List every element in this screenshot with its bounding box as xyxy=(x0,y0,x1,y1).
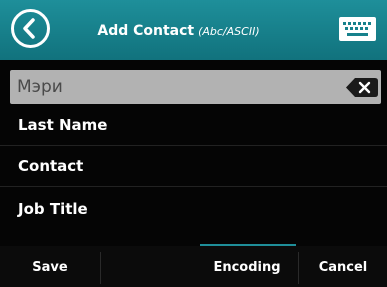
list-item-label: Last Name xyxy=(18,116,108,134)
keyboard-button[interactable] xyxy=(339,17,376,41)
page-title-text: Add Contact xyxy=(97,23,195,39)
list-item-label: Contact xyxy=(18,157,84,175)
page-subtitle: (Abc/ASCII) xyxy=(198,25,260,38)
first-name-input[interactable]: Мэри xyxy=(10,70,381,104)
softkey-empty[interactable] xyxy=(101,246,197,287)
save-button[interactable]: Save xyxy=(0,246,100,287)
list-item-last-name[interactable]: Last Name xyxy=(0,106,387,146)
header-bar: Add Contact (Abc/ASCII) xyxy=(0,0,387,60)
list-item-contact[interactable]: Contact xyxy=(0,147,387,187)
list-item-job-title[interactable]: Job Title xyxy=(0,190,387,230)
keyboard-icon xyxy=(339,17,376,41)
backspace-icon xyxy=(346,78,378,97)
list-item-label: Job Title xyxy=(18,200,88,218)
encoding-button[interactable]: Encoding xyxy=(198,246,296,287)
backspace-button[interactable] xyxy=(346,78,378,97)
cancel-button[interactable]: Cancel xyxy=(299,246,387,287)
softkey-bar: Save Encoding Cancel xyxy=(0,246,387,287)
first-name-value: Мэри xyxy=(17,77,63,97)
add-contact-screen: Add Contact (Abc/ASCII) Мэри Last Name C… xyxy=(0,0,387,287)
page-title: Add Contact (Abc/ASCII) xyxy=(0,20,387,39)
